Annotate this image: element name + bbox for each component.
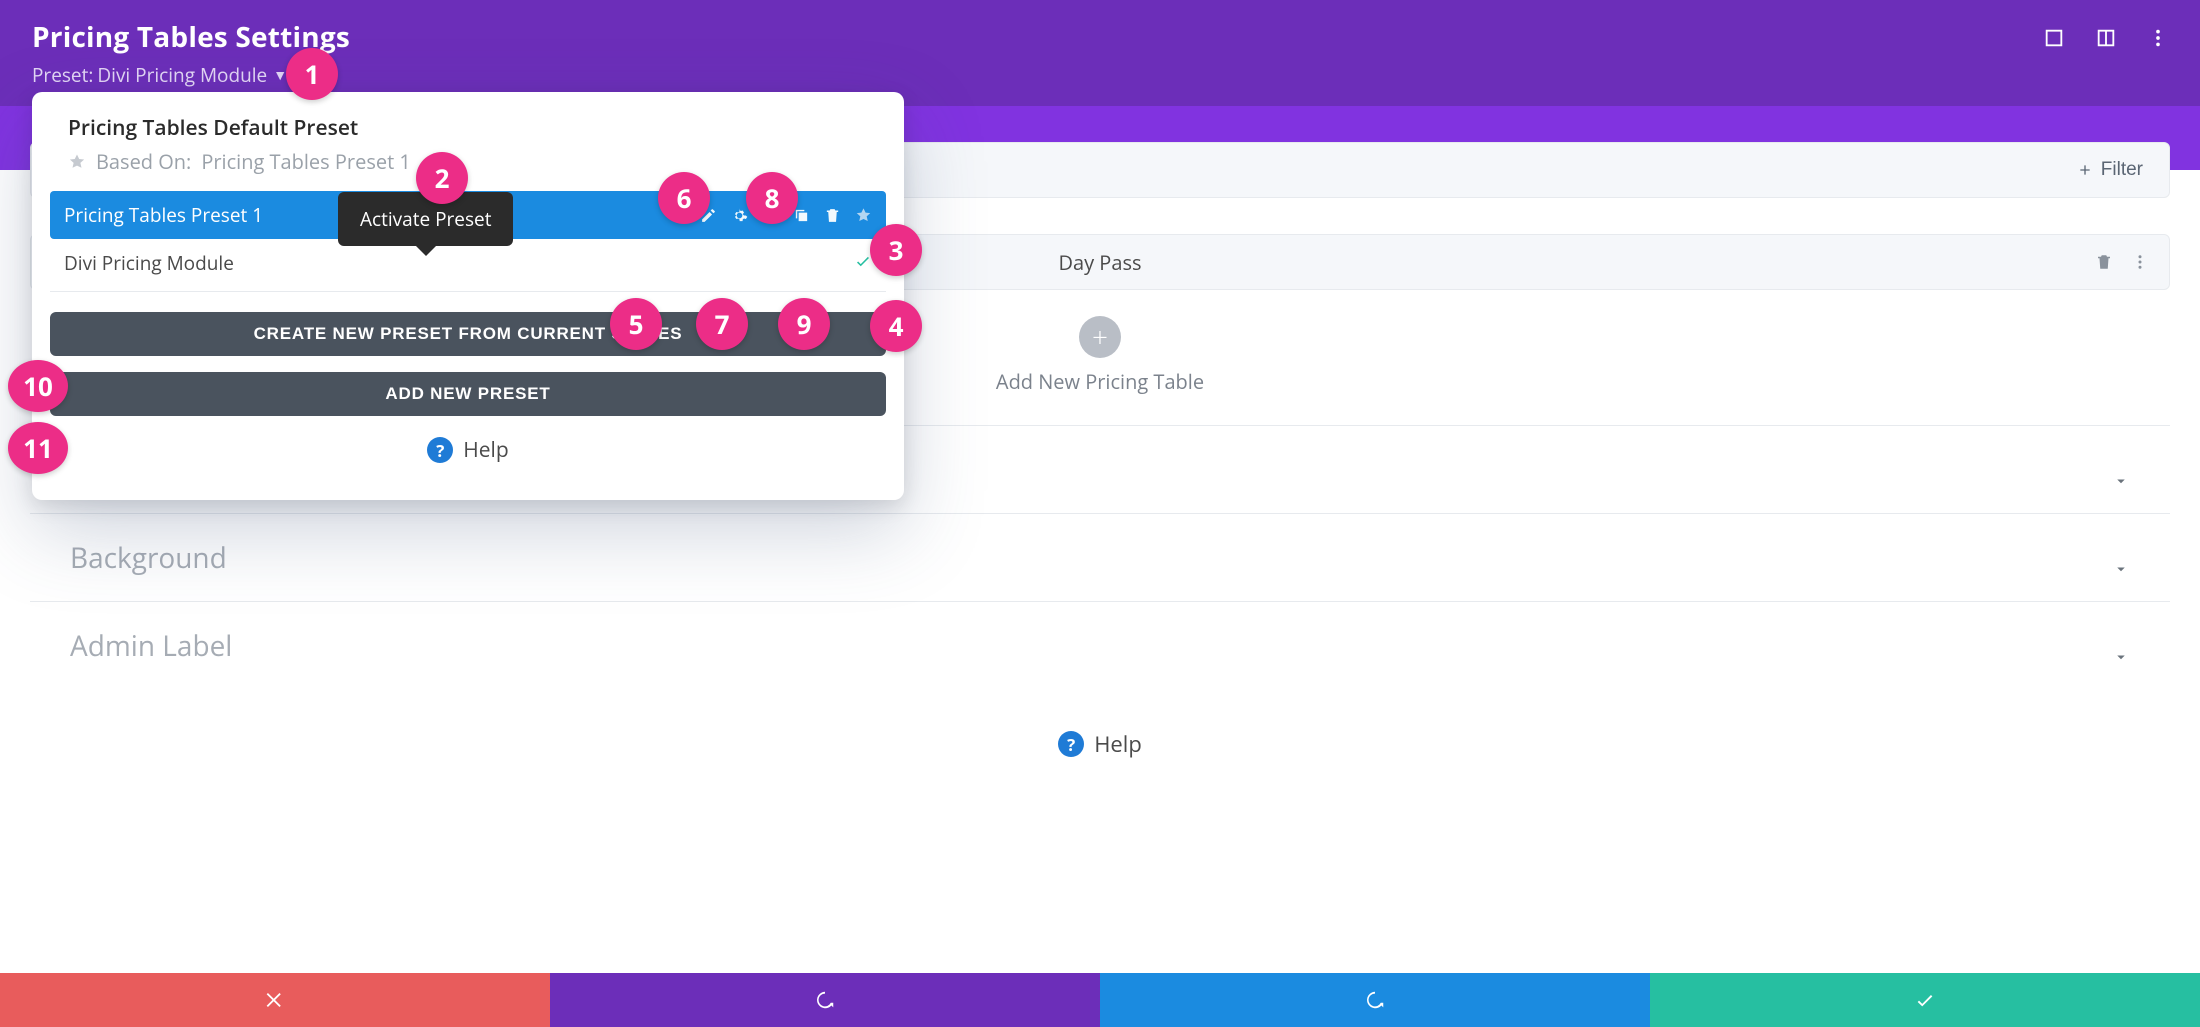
annotation-10: 10 bbox=[8, 360, 68, 412]
add-preset-button[interactable]: ADD NEW PRESET bbox=[50, 372, 886, 416]
filter-button[interactable]: Filter bbox=[2067, 151, 2153, 189]
preset-dropdown-panel: Pricing Tables Default Preset Based On: … bbox=[32, 92, 904, 500]
item-actions bbox=[2095, 253, 2149, 271]
help-icon: ? bbox=[427, 437, 453, 463]
redo-button[interactable] bbox=[1100, 973, 1650, 1027]
help-label: Help bbox=[1094, 729, 1142, 759]
add-button[interactable]: + bbox=[1079, 316, 1121, 358]
footer-actions bbox=[0, 973, 2200, 1027]
preset-based-on: Based On: Pricing Tables Preset 1 bbox=[68, 148, 868, 175]
preset-prefix: Preset: bbox=[32, 62, 93, 88]
preset-item-label: Pricing Tables Preset 1 bbox=[64, 202, 263, 228]
cancel-button[interactable] bbox=[0, 973, 550, 1027]
star-icon[interactable] bbox=[855, 207, 872, 224]
preset-panel-title: Pricing Tables Default Preset bbox=[68, 114, 868, 142]
section-background[interactable]: Background bbox=[30, 513, 2170, 601]
annotation-9: 9 bbox=[778, 298, 830, 350]
annotation-3: 3 bbox=[870, 224, 922, 276]
annotation-8: 8 bbox=[746, 172, 798, 224]
preset-item-active[interactable]: Divi Pricing Module bbox=[50, 239, 886, 287]
kebab-icon[interactable] bbox=[2131, 253, 2149, 271]
expand-icon[interactable] bbox=[2042, 26, 2066, 50]
annotation-11: 11 bbox=[8, 422, 68, 474]
annotation-1: 1 bbox=[286, 48, 338, 100]
duplicate-icon[interactable] bbox=[793, 207, 810, 224]
trash-icon[interactable] bbox=[2095, 253, 2113, 271]
based-on-name: Pricing Tables Preset 1 bbox=[201, 148, 411, 175]
header-actions bbox=[2042, 26, 2170, 50]
help-icon: ? bbox=[1058, 731, 1084, 757]
preset-item-label: Divi Pricing Module bbox=[64, 250, 234, 276]
chevron-down-icon bbox=[2112, 637, 2130, 655]
annotation-2: 2 bbox=[416, 152, 468, 204]
filter-label: Filter bbox=[2101, 159, 2143, 181]
preset-help-link[interactable]: ? Help bbox=[32, 436, 904, 464]
page-title: Pricing Tables Settings bbox=[32, 18, 2168, 56]
gear-icon[interactable] bbox=[731, 207, 748, 224]
trash-icon[interactable] bbox=[824, 207, 841, 224]
create-preset-button[interactable]: CREATE NEW PRESET FROM CURRENT STYLES bbox=[50, 312, 886, 356]
preset-help-label: Help bbox=[463, 436, 508, 464]
columns-icon[interactable] bbox=[2094, 26, 2118, 50]
annotation-5: 5 bbox=[610, 298, 662, 350]
help-link[interactable]: ? Help bbox=[30, 729, 2170, 759]
section-title: Admin Label bbox=[70, 627, 232, 665]
section-admin-label[interactable]: Admin Label bbox=[30, 601, 2170, 689]
annotation-4: 4 bbox=[870, 300, 922, 352]
chevron-down-icon bbox=[2112, 461, 2130, 479]
undo-button[interactable] bbox=[550, 973, 1100, 1027]
based-on-prefix: Based On: bbox=[96, 148, 191, 175]
annotation-7: 7 bbox=[696, 298, 748, 350]
section-title: Background bbox=[70, 539, 227, 577]
preset-dropdown-trigger[interactable]: Preset: Divi Pricing Module ▼ bbox=[32, 62, 2168, 88]
chevron-down-icon bbox=[2112, 549, 2130, 567]
kebab-icon[interactable] bbox=[2146, 26, 2170, 50]
divider bbox=[50, 291, 886, 292]
caret-down-icon: ▼ bbox=[273, 66, 287, 85]
preset-panel-header: Pricing Tables Default Preset Based On: … bbox=[32, 114, 904, 175]
activate-preset-tooltip: Activate Preset bbox=[338, 192, 513, 246]
confirm-button[interactable] bbox=[1650, 973, 2200, 1027]
annotation-6: 6 bbox=[658, 172, 710, 224]
preset-name: Divi Pricing Module bbox=[97, 62, 267, 88]
